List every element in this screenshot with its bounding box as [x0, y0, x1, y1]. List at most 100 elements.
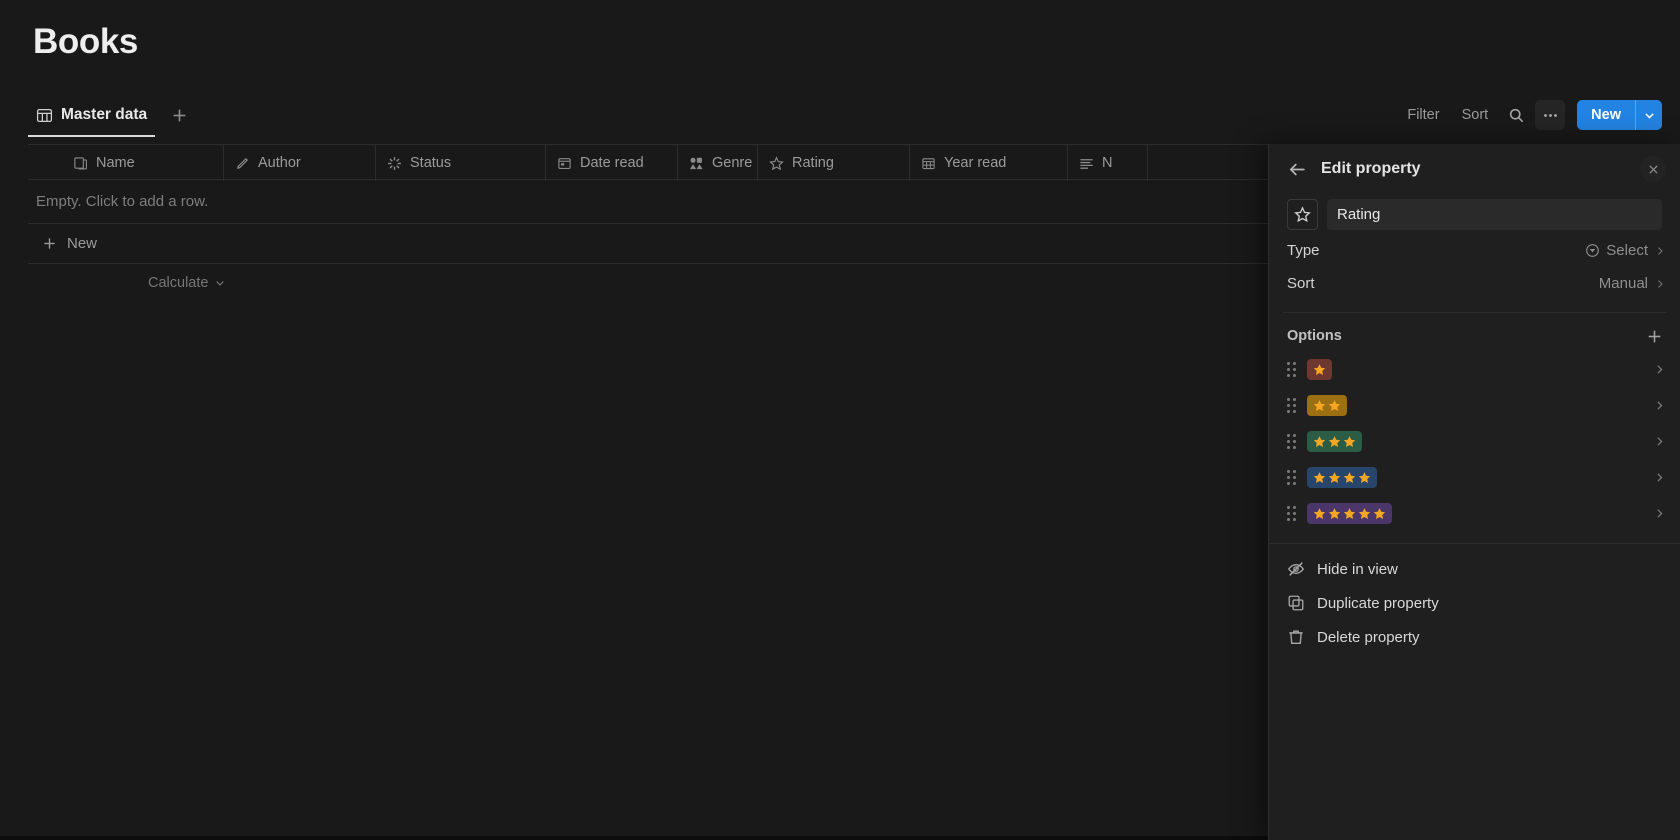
loading-icon: [386, 155, 402, 171]
pencil-icon: [234, 155, 250, 171]
ellipsis-icon[interactable]: [1535, 100, 1566, 130]
duplicate-property-label: Duplicate property: [1317, 594, 1439, 612]
column-header-status[interactable]: Status: [376, 145, 546, 181]
options-label: Options: [1287, 328, 1342, 344]
calculate-button[interactable]: Calculate: [148, 275, 226, 291]
chevron-right-icon[interactable]: [1653, 363, 1666, 376]
property-type-label: Type: [1287, 242, 1320, 259]
new-button[interactable]: New: [1577, 100, 1635, 130]
drag-handle-icon[interactable]: [1283, 468, 1299, 486]
option-row[interactable]: [1269, 351, 1680, 387]
view-tab-bar: Master data: [28, 98, 191, 137]
option-chip: [1307, 502, 1392, 524]
hide-in-view-label: Hide in view: [1317, 560, 1398, 578]
star-outline-icon: [768, 155, 784, 171]
star-outline-icon[interactable]: [1287, 198, 1318, 230]
select-circle-icon: [1585, 243, 1600, 258]
column-header-year-read[interactable]: Year read: [910, 145, 1068, 181]
property-sort-label: Sort: [1287, 275, 1315, 292]
drag-handle-icon[interactable]: [1283, 432, 1299, 450]
add-option-button[interactable]: [1642, 324, 1666, 348]
window-bottom-edge: [0, 836, 1268, 840]
property-sort-value: Manual: [1599, 275, 1666, 292]
chevron-right-icon: [1654, 245, 1666, 257]
duplicate-property-button[interactable]: Duplicate property: [1269, 586, 1680, 620]
text-lines-icon: [1078, 155, 1094, 171]
panel-divider: [1283, 312, 1666, 313]
column-label: Genre: [712, 155, 753, 171]
copy-icon: [1287, 594, 1305, 612]
chevron-right-icon: [1654, 278, 1666, 290]
column-header-notes[interactable]: N: [1068, 145, 1148, 181]
chevron-right-icon[interactable]: [1653, 471, 1666, 484]
calendar-grid-icon: [920, 155, 936, 171]
chevron-down-icon: [214, 277, 226, 289]
empty-state-row[interactable]: Empty. Click to add a row.: [28, 180, 1468, 224]
options-list: [1269, 351, 1680, 531]
option-row[interactable]: [1269, 495, 1680, 531]
option-row[interactable]: [1269, 423, 1680, 459]
option-chip: [1307, 466, 1377, 488]
tab-master-data[interactable]: Master data: [28, 98, 156, 137]
panel-header: Edit property: [1269, 144, 1680, 194]
page-title: Books: [33, 22, 138, 61]
property-name-row: [1269, 194, 1680, 234]
property-type-value: Select: [1585, 242, 1666, 259]
column-header-name[interactable]: Name: [28, 145, 224, 181]
column-label: Rating: [792, 155, 834, 171]
column-label: Status: [410, 155, 452, 171]
plus-icon: [42, 236, 57, 251]
add-new-row-label: New: [67, 235, 98, 252]
eye-off-icon: [1287, 560, 1305, 578]
chevron-right-icon[interactable]: [1653, 507, 1666, 520]
edit-property-panel: Edit property Type: [1268, 144, 1680, 840]
column-header-date-read[interactable]: Date read: [546, 145, 678, 181]
column-label: Author: [258, 155, 301, 171]
database-table: Name Author Status Date read Genre Ratin…: [28, 144, 1468, 302]
column-header-author[interactable]: Author: [224, 145, 376, 181]
calendar-icon: [556, 155, 572, 171]
chevron-right-icon[interactable]: [1653, 399, 1666, 412]
view-toolbar: Filter Sort New: [1398, 96, 1662, 134]
column-header-genre[interactable]: Genre: [678, 145, 758, 181]
property-name-input[interactable]: [1327, 198, 1662, 230]
column-label: N: [1102, 155, 1113, 171]
column-header-rating[interactable]: Rating: [758, 145, 910, 181]
drag-handle-icon[interactable]: [1283, 504, 1299, 522]
property-type-row[interactable]: Type Select: [1269, 234, 1680, 267]
option-row[interactable]: [1269, 387, 1680, 423]
hide-in-view-button[interactable]: Hide in view: [1269, 552, 1680, 586]
app-window: Books Master data Filter Sort New Name A…: [0, 0, 1680, 840]
new-button-chevron-down-icon[interactable]: [1636, 100, 1662, 130]
tab-label: Master data: [61, 106, 148, 123]
column-label: Date read: [580, 155, 644, 171]
chevron-right-icon[interactable]: [1653, 435, 1666, 448]
arrow-left-icon[interactable]: [1285, 157, 1309, 181]
search-icon[interactable]: [1501, 100, 1531, 130]
property-sort-text: Manual: [1598, 275, 1648, 292]
delete-property-label: Delete property: [1317, 628, 1420, 646]
option-chip: [1307, 394, 1347, 416]
option-chip: [1307, 430, 1362, 452]
delete-property-button[interactable]: Delete property: [1269, 620, 1680, 654]
close-icon[interactable]: [1640, 156, 1666, 182]
column-label: Year read: [944, 155, 1007, 171]
tab-active-underline: [28, 135, 156, 137]
add-new-row-button[interactable]: New: [28, 224, 1468, 264]
trash-icon: [1287, 628, 1305, 646]
sort-button[interactable]: Sort: [1453, 101, 1498, 129]
new-button-group[interactable]: New: [1577, 100, 1662, 130]
pages-icon: [72, 155, 88, 171]
drag-handle-icon[interactable]: [1283, 396, 1299, 414]
filter-button[interactable]: Filter: [1398, 101, 1448, 129]
property-type-text: Select: [1606, 242, 1648, 259]
add-view-button[interactable]: [167, 103, 191, 127]
drag-handle-icon[interactable]: [1283, 360, 1299, 378]
property-sort-row[interactable]: Sort Manual: [1269, 267, 1680, 300]
column-label: Name: [96, 155, 135, 171]
calculate-label: Calculate: [148, 275, 209, 291]
table-header-row: Name Author Status Date read Genre Ratin…: [28, 144, 1468, 181]
multi-select-icon: [688, 155, 704, 171]
option-row[interactable]: [1269, 459, 1680, 495]
panel-actions: Hide in view Duplicate property Delete p…: [1269, 543, 1680, 654]
